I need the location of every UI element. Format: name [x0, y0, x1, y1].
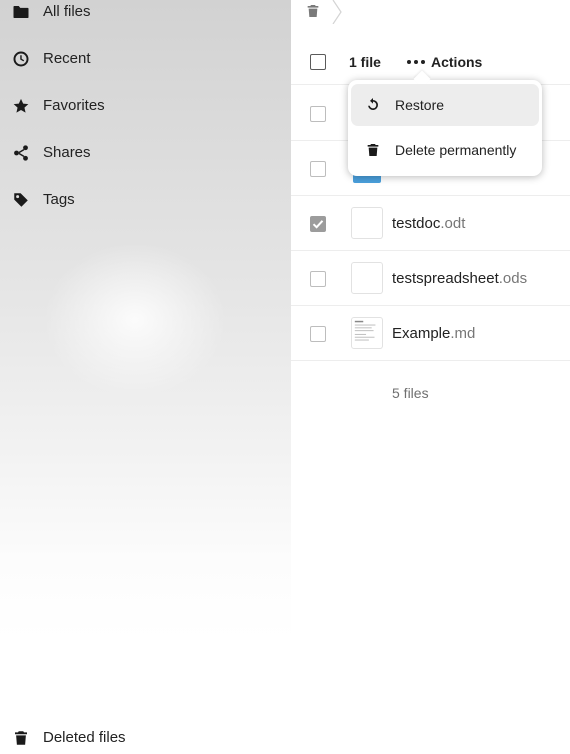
clock-icon — [11, 49, 31, 69]
sidebar-item-label: Shares — [43, 144, 91, 161]
sidebar-item-label: All files — [43, 3, 91, 20]
row-checkbox[interactable] — [310, 161, 326, 177]
table-row[interactable]: testspreadsheet.ods — [291, 251, 570, 306]
sidebar-item-favorites[interactable]: Favorites — [0, 86, 291, 126]
sidebar-item-label: Deleted files — [43, 729, 126, 746]
selection-count: 1 file — [349, 54, 381, 70]
sidebar-item-recent[interactable]: Recent — [0, 39, 291, 79]
breadcrumb — [291, 0, 570, 25]
folder-icon — [11, 2, 31, 22]
actions-label: Actions — [431, 54, 483, 70]
delete-permanently-menu-item[interactable]: Delete permanently — [351, 129, 539, 171]
sidebar-item-deleted-files[interactable]: Deleted files — [0, 718, 291, 754]
actions-button[interactable]: Actions — [407, 52, 482, 72]
table-row[interactable]: testdoc.odt — [291, 196, 570, 251]
file-thumbnail — [351, 317, 383, 349]
delete-permanently-label: Delete permanently — [395, 142, 517, 158]
sidebar-item-label: Tags — [43, 191, 75, 208]
file-name[interactable]: Example.md — [392, 325, 475, 342]
file-thumbnail — [351, 262, 383, 294]
select-all-checkbox[interactable] — [310, 54, 326, 70]
row-checkbox[interactable] — [310, 271, 326, 287]
sidebar-item-shares[interactable]: Shares — [0, 133, 291, 173]
actions-menu: Restore Delete permanently — [348, 80, 542, 176]
row-checkbox[interactable] — [310, 326, 326, 342]
row-checkbox[interactable] — [310, 216, 326, 232]
chevron-right-icon — [331, 0, 343, 25]
sidebar-item-label: Recent — [43, 50, 91, 67]
file-name[interactable]: testdoc.odt — [392, 215, 465, 232]
sidebar-item-all-files[interactable]: All files — [0, 0, 291, 32]
sidebar-item-label: Favorites — [43, 97, 105, 114]
file-thumbnail — [351, 207, 383, 239]
restore-menu-item[interactable]: Restore — [351, 84, 539, 126]
trash-icon[interactable] — [305, 2, 321, 20]
tag-icon — [11, 190, 31, 210]
sidebar-item-tags[interactable]: Tags — [0, 180, 291, 220]
check-icon — [312, 220, 324, 229]
sidebar: All files Recent Favorites Shares Tags D… — [0, 0, 291, 754]
file-count-summary: 5 files — [392, 385, 429, 401]
file-name[interactable]: testspreadsheet.ods — [392, 270, 527, 287]
restore-label: Restore — [395, 97, 445, 113]
table-row[interactable]: Example.md — [291, 306, 570, 361]
restore-icon — [365, 97, 381, 113]
trash-icon — [11, 728, 31, 748]
document-preview-icon — [354, 320, 376, 341]
share-icon — [11, 143, 31, 163]
trash-icon — [365, 142, 381, 158]
star-icon — [11, 96, 31, 116]
more-horizontal-icon — [407, 60, 425, 64]
row-checkbox[interactable] — [310, 106, 326, 122]
